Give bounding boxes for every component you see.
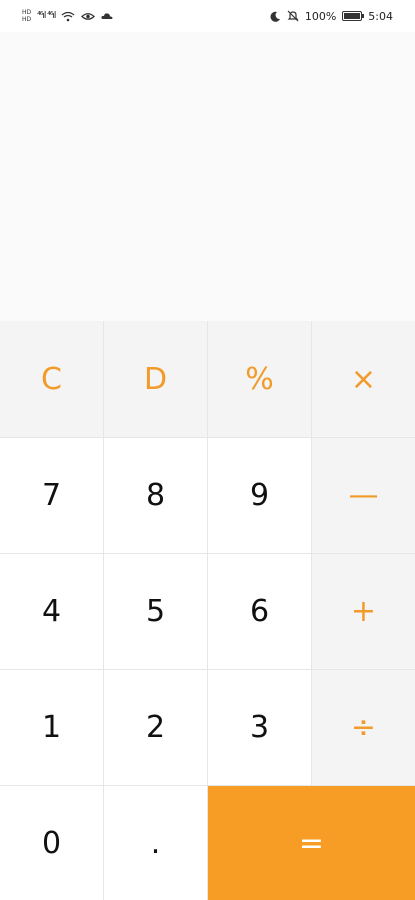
status-bar-right: 100% 5:04 xyxy=(270,10,393,23)
status-bar-left: HD HD ⁴⁶ıl ⁴⁶ıl xyxy=(22,9,113,23)
digit-2-button[interactable]: 2 xyxy=(104,670,208,786)
battery-icon xyxy=(342,11,365,21)
sim2-label: HD xyxy=(22,16,32,23)
wifi-icon xyxy=(62,11,75,21)
battery-percent: 100% xyxy=(304,9,337,23)
digit-1-button[interactable]: 1 xyxy=(0,670,104,786)
sim-badge-icon: HD HD xyxy=(22,9,31,23)
clear-button[interactable]: C xyxy=(0,321,104,438)
clock: 5:04 xyxy=(368,9,393,23)
sim1-label: HD xyxy=(22,9,32,16)
display-area xyxy=(0,32,415,321)
add-button[interactable]: + xyxy=(312,554,415,670)
divide-button[interactable]: ÷ xyxy=(312,670,415,786)
bell-muted-icon xyxy=(287,10,299,22)
digit-0-button[interactable]: 0 xyxy=(0,786,104,900)
digit-5-button[interactable]: 5 xyxy=(104,554,208,670)
eye-icon xyxy=(81,12,96,20)
digit-4-button[interactable]: 4 xyxy=(0,554,104,670)
digit-7-button[interactable]: 7 xyxy=(0,438,104,554)
equals-button[interactable]: = xyxy=(208,786,415,900)
keypad: C D % × 7 8 9 — 4 5 6 + 1 2 3 ÷ 0 . = xyxy=(0,321,415,900)
decimal-button[interactable]: . xyxy=(104,786,208,900)
digit-6-button[interactable]: 6 xyxy=(208,554,312,670)
subtract-button[interactable]: — xyxy=(312,438,415,554)
battery-fill xyxy=(344,13,361,19)
signal-icon: ⁴⁶ıl ⁴⁶ıl xyxy=(37,11,56,21)
digit-3-button[interactable]: 3 xyxy=(208,670,312,786)
percent-button[interactable]: % xyxy=(208,321,312,438)
delete-button[interactable]: D xyxy=(104,321,208,438)
digit-9-button[interactable]: 9 xyxy=(208,438,312,554)
status-bar: HD HD ⁴⁶ıl ⁴⁶ıl 100% 5:04 xyxy=(0,0,415,32)
multiply-button[interactable]: × xyxy=(312,321,415,438)
moon-icon xyxy=(270,11,280,22)
cloud-icon xyxy=(101,13,113,19)
digit-8-button[interactable]: 8 xyxy=(104,438,208,554)
